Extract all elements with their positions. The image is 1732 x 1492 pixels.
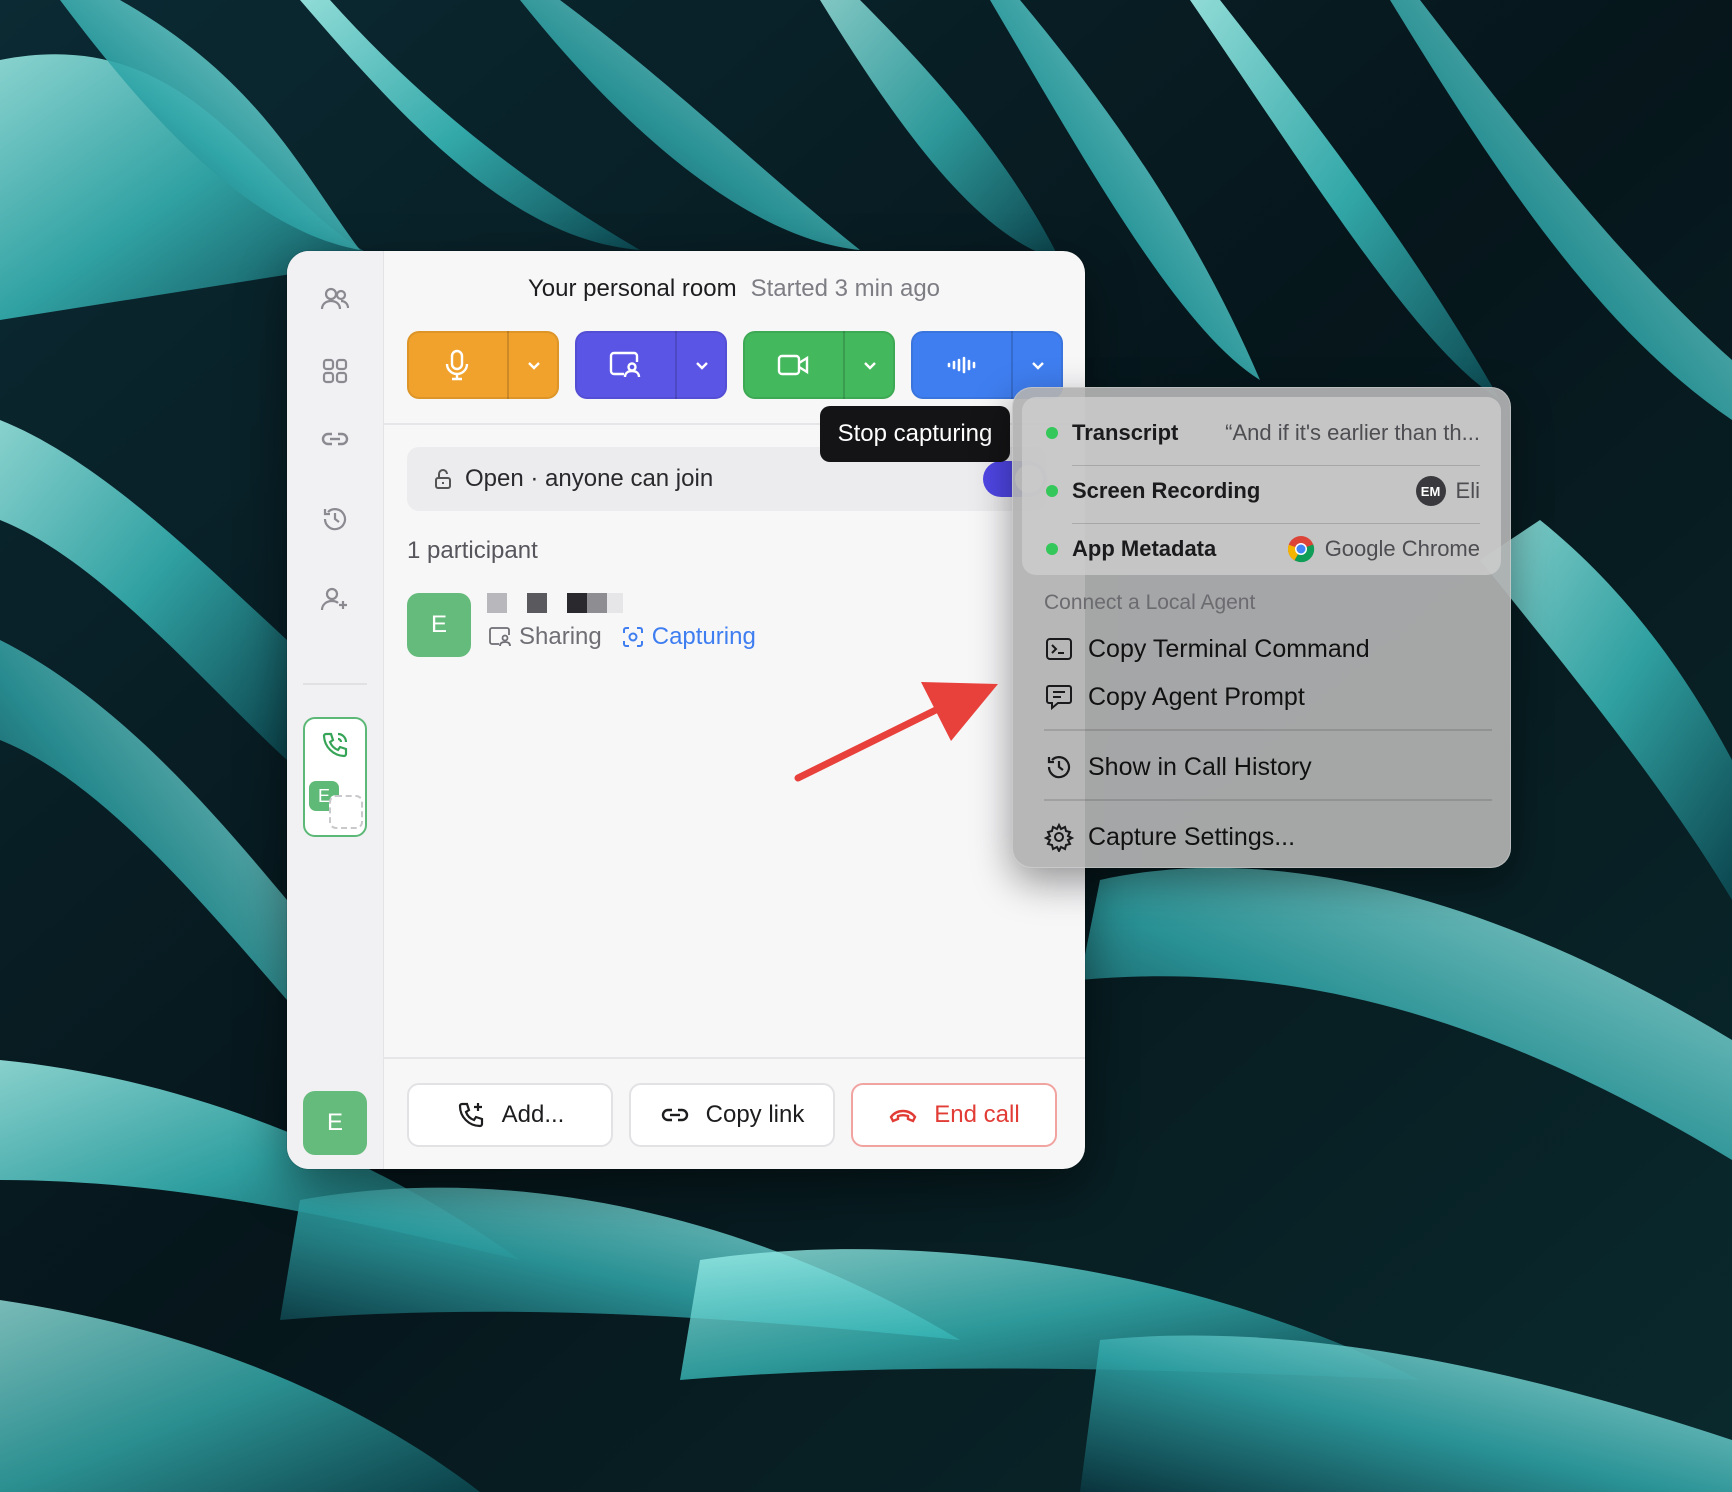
gear-icon [1044,822,1074,852]
status-dot [1046,427,1058,439]
chevron-down-icon [864,362,876,370]
capture-button[interactable] [911,331,1011,399]
add-person-icon[interactable] [315,579,355,619]
end-call-button[interactable]: End call [851,1083,1057,1147]
screen-share-control [575,331,727,399]
status-label: Transcript [1072,420,1179,445]
add-participant-button[interactable]: Add... [407,1083,613,1147]
link-icon [661,1108,688,1122]
started-time: Started 3 min ago [750,275,941,302]
hang-up-icon [889,1109,917,1123]
self-avatar[interactable]: E [303,1091,367,1155]
add-label: Add... [501,1101,565,1128]
microphone-icon [445,349,469,381]
chat-bubble-icon [1046,685,1072,711]
copy-terminal-command-item[interactable]: Copy Terminal Command [1044,627,1484,671]
screen-share-button[interactable] [575,331,675,399]
footer-divider [383,1057,1085,1059]
user-initials-badge: EM [1415,476,1446,506]
sidebar: E E [287,251,384,1169]
people-icon[interactable] [315,279,355,319]
sidebar-divider [303,683,367,685]
participant-avatar[interactable]: E [407,593,471,657]
chevron-down-icon [696,362,708,370]
status-capturing: Capturing [651,623,756,650]
link-icon[interactable] [315,419,355,459]
mic-button[interactable] [407,331,507,399]
status-label: Screen Recording [1072,478,1261,503]
phone-add-icon [458,1102,483,1128]
status-label: App Metadata [1072,536,1217,561]
local-agent-section-label: Connect a Local Agent [1044,591,1256,614]
video-camera-icon [777,354,809,376]
participant-status: Sharing Capturing [487,623,756,651]
chrome-icon [1287,536,1314,563]
camera-button[interactable] [743,331,843,399]
copy-prompt-label: Copy Agent Prompt [1088,682,1305,711]
call-content: Your personal room Started 3 min ago Ope… [383,251,1085,1169]
camera-control [743,331,895,399]
status-app-metadata[interactable]: App Metadata Google Chrome [1046,521,1480,577]
phone-call-icon [322,732,348,758]
terminal-icon [1046,638,1072,660]
camera-dropdown-button[interactable] [845,331,895,399]
copy-agent-prompt-item[interactable]: Copy Agent Prompt [1044,675,1484,719]
screen-share-icon [489,627,511,647]
copy-terminal-label: Copy Terminal Command [1088,634,1370,663]
mic-control [407,331,559,399]
menu-divider [1044,729,1492,731]
metadata-app-name: Google Chrome [1324,536,1480,561]
grid-icon[interactable] [315,351,355,391]
capture-settings-label: Capture Settings... [1088,822,1296,851]
participant-name-redacted [487,593,637,613]
end-call-label: End call [934,1101,1020,1128]
call-window: E E Your personal room Started 3 min ago [287,251,1085,1169]
unlock-icon [435,469,451,489]
room-header: Your personal room Started 3 min ago [383,275,1085,303]
capture-menu: Transcript “And if it's earlier than th.… [1012,387,1511,868]
copy-link-label: Copy link [705,1101,805,1128]
capture-settings-item[interactable]: Capture Settings... [1044,815,1484,859]
room-title: Your personal room [527,275,737,302]
history-icon [1047,756,1071,779]
status-screen-recording[interactable]: Screen Recording EM Eli [1046,463,1480,519]
recording-owner: EM Eli [1415,476,1480,506]
recording-owner-name: Eli [1455,478,1480,503]
call-history-label: Show in Call History [1088,752,1312,781]
participant-count: 1 participant [407,537,538,564]
chevron-down-icon [1032,362,1044,370]
audio-waveform-icon [947,356,976,374]
status-dot [1046,485,1058,497]
menu-divider [1044,799,1492,801]
metadata-app: Google Chrome [1287,535,1480,563]
mic-dropdown-button[interactable] [509,331,559,399]
active-call-card[interactable]: E [303,717,367,837]
capture-tooltip: Stop capturing [820,406,1010,462]
show-call-history-item[interactable]: Show in Call History [1044,745,1484,789]
screen-share-dropdown-button[interactable] [677,331,727,399]
status-sharing: Sharing [519,623,602,650]
chevron-down-icon [528,362,540,370]
transcript-preview: “And if it's earlier than th... [1225,420,1480,445]
status-dot [1046,543,1058,555]
capture-target-icon [622,627,643,647]
copy-link-button[interactable]: Copy link [629,1083,835,1147]
history-icon[interactable] [315,499,355,539]
empty-participant-slot [329,795,363,829]
screen-share-icon [609,351,641,378]
room-access-label: Open · anyone can join [465,465,714,492]
status-transcript[interactable]: Transcript “And if it's earlier than th.… [1046,405,1480,461]
